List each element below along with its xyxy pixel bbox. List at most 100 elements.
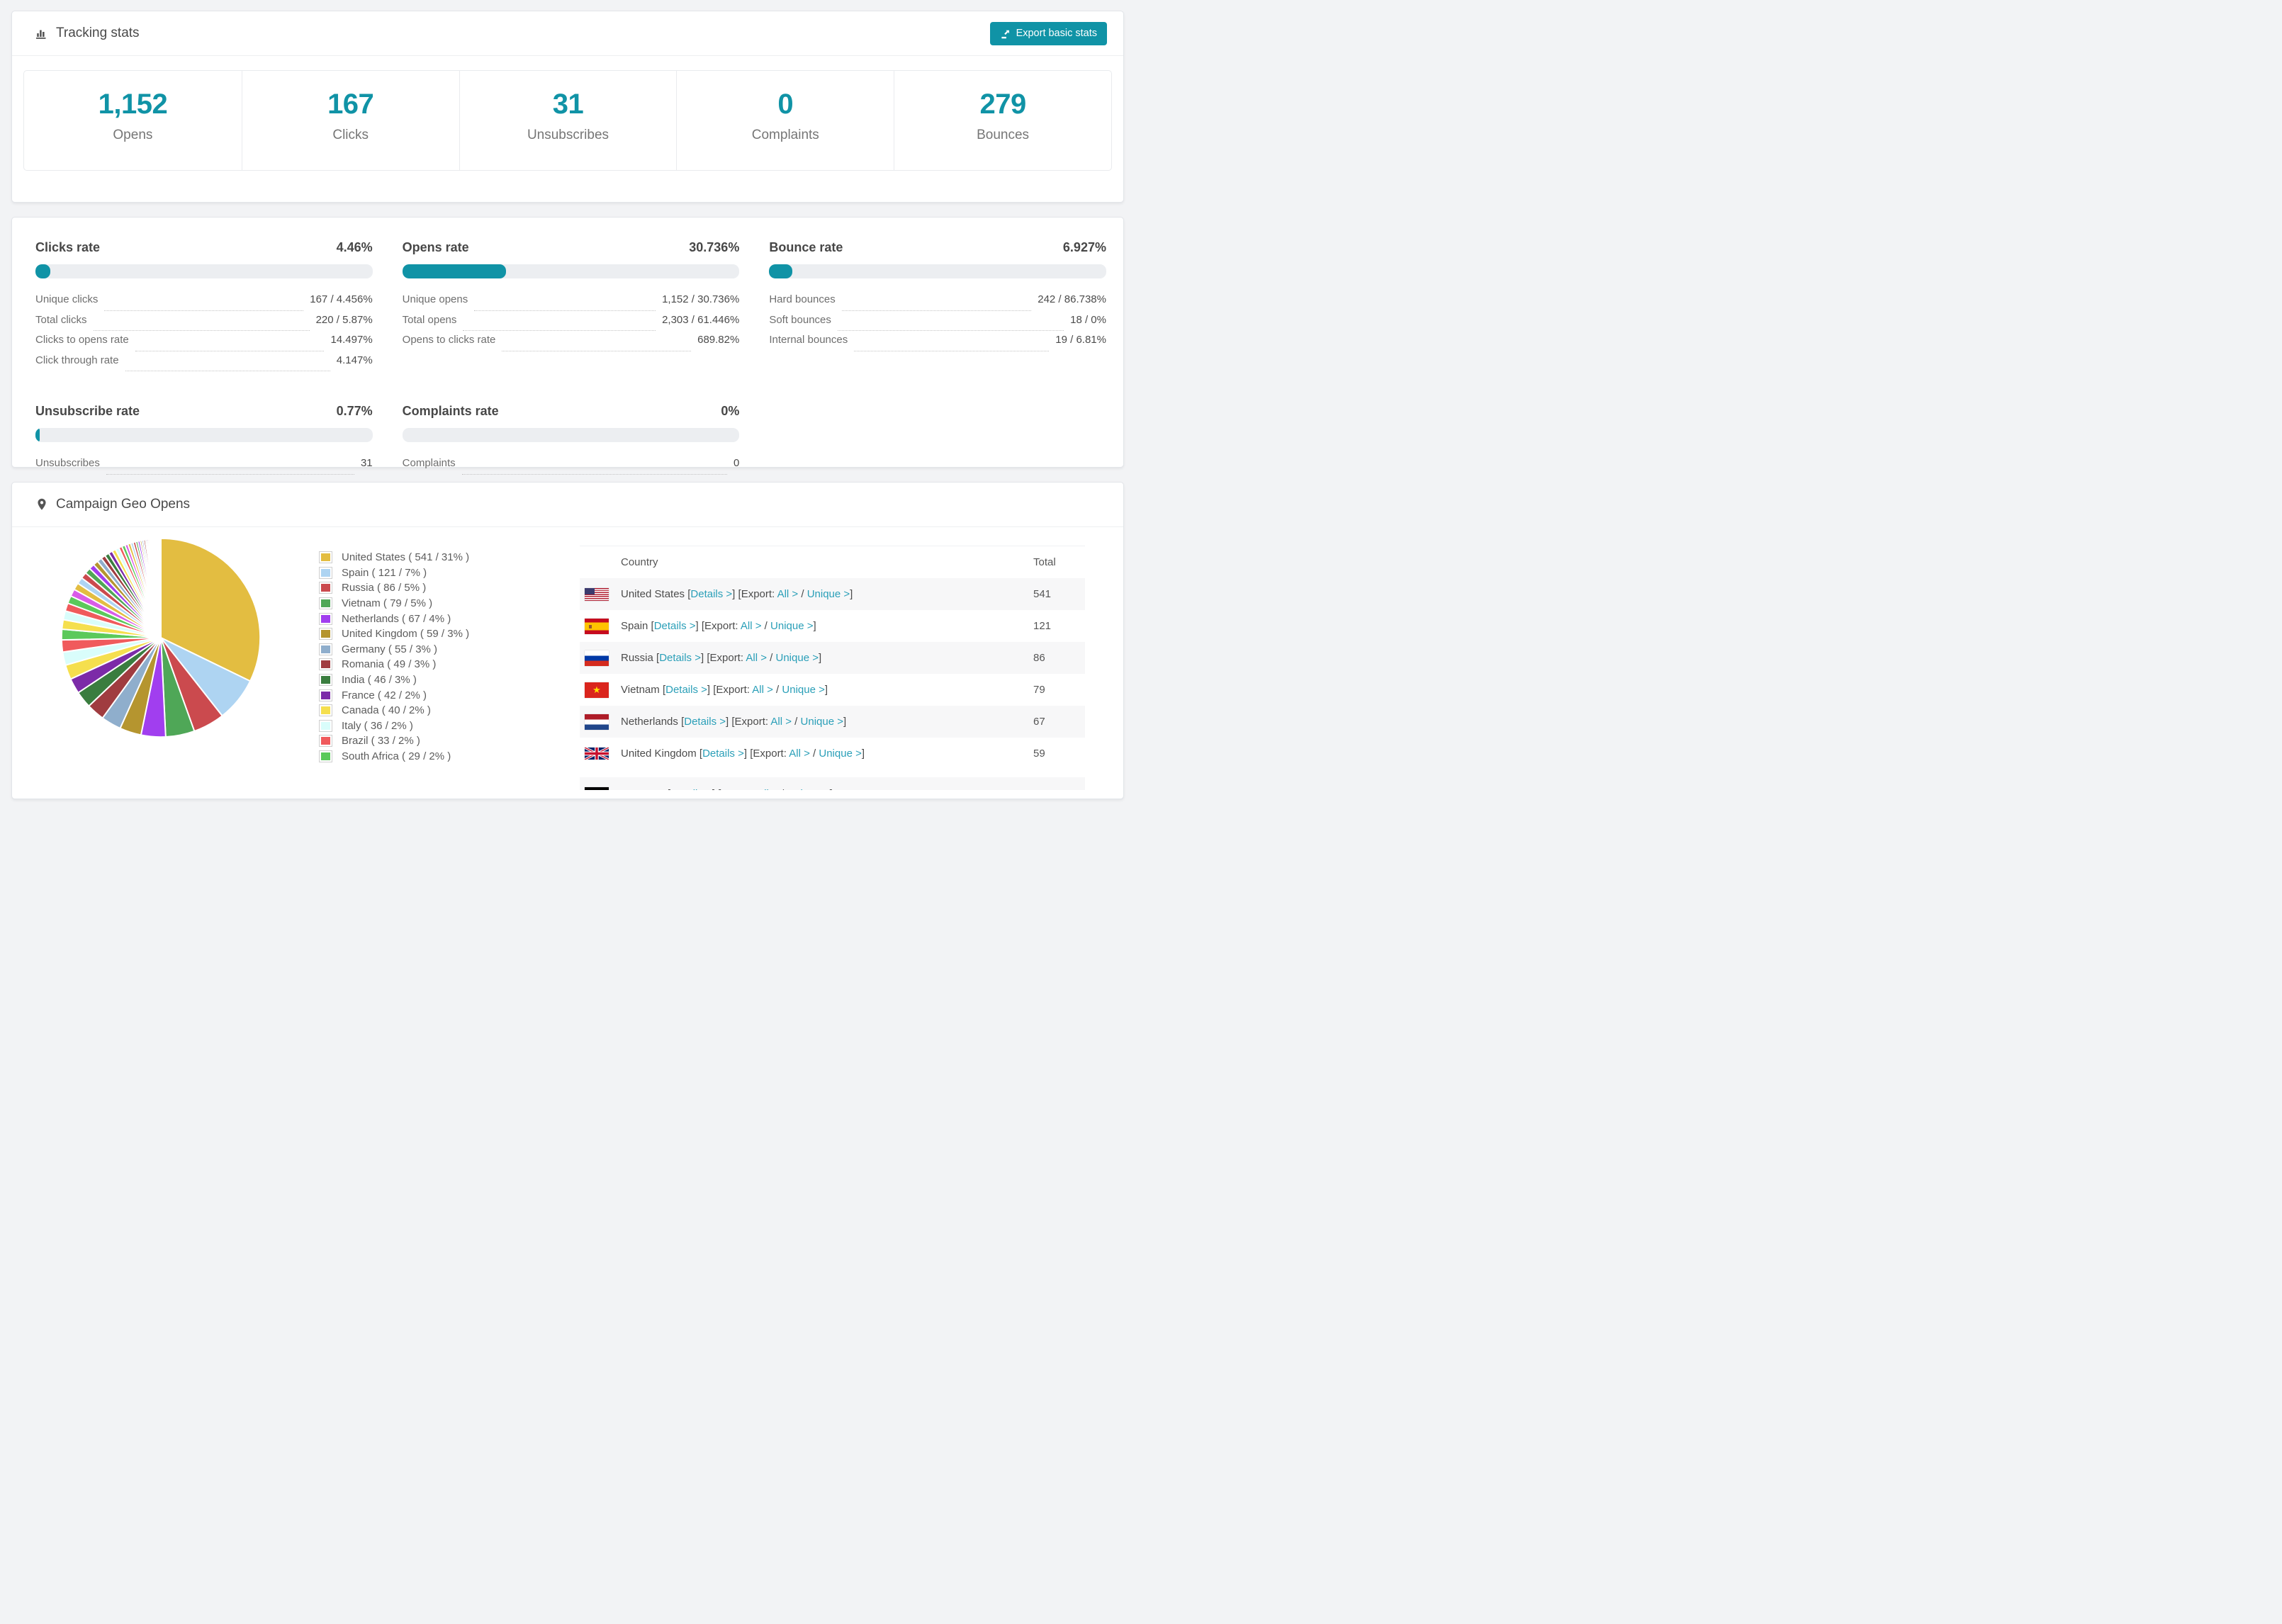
rate-rows: Complaints 0 bbox=[403, 457, 740, 478]
export-all-link[interactable]: All > bbox=[741, 620, 762, 632]
country-cell: United States [Details >] [Export: All >… bbox=[621, 588, 853, 600]
legend-swatch-icon bbox=[320, 582, 332, 594]
export-all-link[interactable]: All > bbox=[757, 788, 778, 790]
export-unique-link[interactable]: Unique > bbox=[801, 716, 843, 728]
export-unique-link[interactable]: Unique > bbox=[776, 652, 819, 664]
export-unique-link[interactable]: Unique > bbox=[782, 684, 824, 696]
metric-row: Opens to clicks rate 689.82% bbox=[403, 334, 740, 354]
stat-cell: 1,152 Opens bbox=[24, 71, 242, 170]
details-link[interactable]: Details > bbox=[684, 716, 726, 728]
stat-label: Bounces bbox=[977, 128, 1030, 142]
country-column-header: Country bbox=[621, 556, 658, 568]
export-all-link[interactable]: All > bbox=[777, 588, 799, 600]
rate-block: Clicks rate 4.46% Unique clicks 167 / 4.… bbox=[35, 240, 373, 374]
country-cell: Russia [Details >] [Export: All > / Uniq… bbox=[621, 652, 822, 664]
legend-swatch-icon bbox=[320, 643, 332, 655]
rate-block: Bounce rate 6.927% Hard bounces 242 / 86… bbox=[769, 240, 1106, 374]
legend-item: Brazil ( 33 / 2% ) bbox=[320, 733, 532, 749]
export-all-link[interactable]: All > bbox=[789, 748, 810, 760]
metric-label: Total opens bbox=[402, 313, 457, 326]
legend-swatch-icon bbox=[320, 689, 332, 701]
metric-value: 31 bbox=[360, 457, 373, 469]
rate-rows: Unique opens 1,152 / 30.736% Total opens… bbox=[402, 293, 740, 354]
metric-value: 0 bbox=[733, 457, 740, 469]
metric-value: 1,152 / 30.736% bbox=[662, 293, 740, 305]
export-unique-link[interactable]: Unique > bbox=[807, 588, 850, 600]
legend-label: United Kingdom ( 59 / 3% ) bbox=[342, 628, 470, 641]
rate-block: Opens rate 30.736% Unique opens 1,152 / … bbox=[402, 240, 740, 374]
rate-title: Clicks rate bbox=[35, 240, 101, 254]
stat-cell: 0 Complaints bbox=[676, 71, 894, 170]
stat-value: 31 bbox=[552, 89, 584, 120]
legend-swatch-icon bbox=[320, 613, 332, 624]
country-flag-icon bbox=[585, 787, 609, 790]
country-flag-icon bbox=[585, 650, 609, 666]
legend-item: Romania ( 49 / 3% ) bbox=[320, 657, 532, 672]
metric-value: 14.497% bbox=[330, 334, 373, 346]
details-link[interactable]: Details > bbox=[659, 652, 701, 664]
country-flag-icon bbox=[585, 682, 609, 698]
export-unique-link[interactable]: Unique > bbox=[819, 748, 861, 760]
country-flag-icon bbox=[585, 714, 609, 730]
rate-value: 0.77% bbox=[336, 404, 373, 418]
details-link[interactable]: Details > bbox=[654, 620, 696, 632]
progress-bar-track bbox=[402, 264, 740, 278]
details-link[interactable]: Details > bbox=[665, 684, 707, 696]
metric-row: Total opens 2,303 / 61.446% bbox=[402, 313, 739, 334]
stat-value: 167 bbox=[327, 89, 374, 120]
progress-bar-fill bbox=[402, 264, 506, 278]
dotted-leader bbox=[461, 473, 727, 475]
table-row: Vietnam [Details >] [Export: All > / Uni… bbox=[580, 674, 1085, 706]
table-row: Germany [Details >] [Export: All > / Uni… bbox=[580, 777, 1085, 790]
metric-value: 18 / 0% bbox=[1070, 313, 1106, 326]
rates-grid: Clicks rate 4.46% Unique clicks 167 / 4.… bbox=[12, 218, 1123, 478]
export-unique-link[interactable]: Unique > bbox=[770, 620, 813, 632]
legend-label: France ( 42 / 2% ) bbox=[342, 689, 427, 701]
details-link[interactable]: Details > bbox=[670, 788, 712, 790]
total-column-header: Total bbox=[1033, 556, 1056, 568]
table-row: United States [Details >] [Export: All >… bbox=[580, 578, 1085, 610]
dotted-leader bbox=[106, 473, 354, 475]
metric-row: Hard bounces 242 / 86.738% bbox=[769, 293, 1106, 314]
details-link[interactable]: Details > bbox=[702, 748, 744, 760]
pie-slice bbox=[159, 537, 162, 638]
metric-row: Clicks to opens rate 14.497% bbox=[35, 334, 373, 354]
total-cell: 541 bbox=[1033, 588, 1052, 600]
legend-item: South Africa ( 29 / 2% ) bbox=[320, 749, 532, 765]
metric-label: Total clicks bbox=[35, 313, 87, 326]
total-cell: 79 bbox=[1033, 684, 1045, 696]
metric-row: Complaints 0 bbox=[403, 457, 740, 478]
progress-bar-track bbox=[402, 428, 740, 442]
rate-value: 6.927% bbox=[1062, 240, 1106, 254]
progress-bar-track bbox=[769, 264, 1106, 278]
metric-row: Unique clicks 167 / 4.456% bbox=[35, 293, 373, 314]
geo-table: Country Total United States [Details >] … bbox=[580, 546, 1085, 790]
details-link[interactable]: Details > bbox=[690, 588, 732, 600]
export-unique-link[interactable]: Unique > bbox=[787, 788, 829, 790]
country-name: Vietnam bbox=[621, 684, 663, 696]
pie-legend: United States ( 541 / 31% ) Spain ( 121 … bbox=[320, 550, 532, 764]
legend-label: Brazil ( 33 / 2% ) bbox=[342, 735, 420, 748]
dotted-leader bbox=[463, 330, 656, 331]
summary-stats-row: 1,152 Opens 167 Clicks 31 Unsubscribes 0… bbox=[23, 70, 1112, 171]
rate-title: Unsubscribe rate bbox=[35, 404, 140, 418]
stat-cell: 167 Clicks bbox=[241, 71, 459, 170]
legend-item: Canada ( 40 / 2% ) bbox=[320, 703, 532, 718]
export-all-link[interactable]: All > bbox=[752, 684, 773, 696]
export-basic-stats-button[interactable]: Export basic stats bbox=[989, 21, 1107, 45]
metric-row: Click through rate 4.147% bbox=[35, 354, 373, 375]
country-name: United States bbox=[621, 588, 688, 600]
campaign-geo-opens-card: Campaign Geo Opens United States ( 541 /… bbox=[11, 482, 1124, 799]
legend-swatch-icon bbox=[320, 735, 332, 747]
bar-chart-icon bbox=[36, 30, 46, 39]
legend-label: Spain ( 121 / 7% ) bbox=[342, 566, 427, 579]
country-flag-icon bbox=[585, 587, 609, 601]
export-all-link[interactable]: All > bbox=[770, 716, 792, 728]
progress-bar-fill bbox=[35, 264, 51, 278]
metric-value: 689.82% bbox=[697, 334, 740, 346]
export-all-link[interactable]: All > bbox=[746, 652, 767, 664]
metric-value: 19 / 6.81% bbox=[1055, 334, 1106, 346]
rate-title: Opens rate bbox=[402, 240, 469, 254]
legend-label: United States ( 541 / 31% ) bbox=[342, 551, 470, 564]
rate-rows: Unique clicks 167 / 4.456% Total clicks … bbox=[35, 293, 373, 374]
